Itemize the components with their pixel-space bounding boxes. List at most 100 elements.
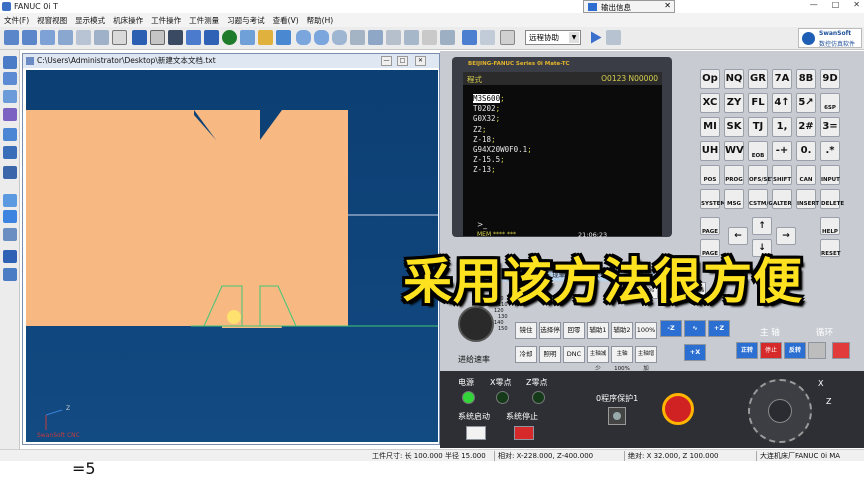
workpiece-setup-icon[interactable] [3, 128, 17, 141]
btn-coolant[interactable]: 冷却 [515, 346, 537, 363]
cycle-stop-button[interactable] [832, 342, 850, 359]
key-1-0[interactable]: XC [700, 93, 720, 113]
system-stop-button[interactable] [514, 426, 534, 440]
btn-dnc[interactable]: DNC [563, 346, 585, 363]
view-front-icon[interactable] [132, 30, 147, 45]
zoom-fit-icon[interactable] [40, 30, 55, 45]
btn-spindle-inc[interactable]: 主轴增加 [635, 346, 657, 372]
key-5-5[interactable]: DELETE [820, 189, 844, 209]
key-2-0[interactable]: MI [700, 117, 720, 137]
close-icon[interactable]: ✕ [853, 0, 860, 9]
zoom-in-icon[interactable] [4, 30, 19, 45]
menu-machine-ops[interactable]: 机床操作 [113, 15, 143, 26]
dropdown-arrow-icon[interactable] [480, 30, 495, 45]
key-5-4[interactable]: INSERT [796, 189, 819, 209]
menu-file[interactable]: 文件(F) [4, 15, 29, 26]
key-0-4[interactable]: 8B [796, 69, 816, 89]
key-1-3[interactable]: 4↑ [772, 93, 792, 113]
arrow-right-icon[interactable]: → [776, 227, 796, 245]
key-3-2[interactable]: EOB [748, 141, 768, 161]
key-4-3[interactable]: SHIFT [772, 165, 792, 185]
layers-icon[interactable] [3, 228, 17, 241]
menu-help[interactable]: 帮助(H) [307, 15, 334, 26]
page-key-0[interactable]: PAGE [700, 217, 720, 235]
btn-light[interactable]: 照明 [539, 346, 561, 363]
spindle-ccw-button[interactable]: 反转 [784, 342, 806, 359]
view-top-icon[interactable] [168, 30, 183, 45]
program-protect-switch[interactable] [608, 407, 626, 425]
btn-home[interactable]: 回零 [563, 322, 585, 339]
key-0-2[interactable]: GR [748, 69, 768, 89]
btn-spindle-dec[interactable]: 主轴减少 [587, 346, 609, 372]
menu-exercises[interactable]: 习题与考试 [227, 15, 265, 26]
cycle-start-button[interactable] [808, 342, 826, 359]
maximize-icon[interactable]: □ [397, 56, 408, 66]
key-4-1[interactable]: PROG [724, 165, 744, 185]
output-info-window[interactable]: 输出信息 ✕ [583, 0, 675, 13]
jog-plus-x[interactable]: +X [684, 344, 706, 361]
measure-tool-icon[interactable] [3, 194, 17, 207]
chevron-down-icon[interactable]: ▼ [569, 32, 579, 43]
key-1-5[interactable]: 6SP [820, 93, 840, 113]
cloud2-icon[interactable] [314, 30, 329, 45]
btn-rapid-100[interactable]: 100% [635, 322, 657, 339]
view-iso-icon[interactable] [186, 30, 201, 45]
spindle-stop-button[interactable]: 停止 [760, 342, 782, 359]
key-1-4[interactable]: 5↗ [796, 93, 816, 113]
menu-view-window[interactable]: 视窗视图 [37, 15, 67, 26]
key-0-0[interactable]: Op [700, 69, 720, 89]
minimize-icon[interactable]: — [381, 56, 392, 66]
record-icon[interactable] [606, 30, 621, 45]
key-2-2[interactable]: TJ [748, 117, 768, 137]
key-5-1[interactable]: MSG [724, 189, 744, 209]
arrow-left-icon[interactable]: ← [728, 227, 748, 245]
measure-icon[interactable] [350, 30, 365, 45]
key-1-2[interactable]: FL [748, 93, 768, 113]
pan-icon[interactable] [76, 30, 91, 45]
tool-path-icon[interactable] [276, 30, 291, 45]
system-start-button[interactable] [466, 426, 486, 440]
menu-workpiece-measure[interactable]: 工件测量 [189, 15, 219, 26]
key-0-3[interactable]: 7A [772, 69, 792, 89]
fixture-icon[interactable] [440, 30, 455, 45]
key-0-1[interactable]: NQ [724, 69, 744, 89]
btn-optional-stop[interactable]: 选择停 [539, 322, 561, 339]
zoom-out-icon[interactable] [22, 30, 37, 45]
cloud1-icon[interactable] [296, 30, 311, 45]
cloud3-icon[interactable] [332, 30, 347, 45]
tool-icon[interactable] [3, 146, 17, 159]
mode-combo[interactable]: 远程协助 ▼ [525, 30, 581, 45]
globe-icon[interactable] [3, 210, 17, 223]
key-3-5[interactable]: .* [820, 141, 840, 161]
mesh-icon[interactable] [3, 250, 17, 263]
export-icon[interactable] [3, 108, 17, 121]
workpiece-icon[interactable] [386, 30, 401, 45]
key-4-2[interactable]: OFS/SET [748, 165, 775, 185]
btn-spindle-100[interactable]: 主轴100% [611, 346, 633, 372]
remote-icon[interactable] [462, 30, 477, 45]
view-side-icon[interactable] [150, 30, 165, 45]
key-2-5[interactable]: 3= [820, 117, 840, 137]
3d-viewport[interactable]: Z [26, 70, 438, 442]
btn-aux2[interactable]: 辅助2 [611, 322, 633, 339]
key-4-4[interactable]: CAN [796, 165, 816, 185]
menu-workpiece-ops[interactable]: 工件操作 [151, 15, 181, 26]
key-4-0[interactable]: POS [700, 165, 720, 185]
jog-minus-z[interactable]: -Z [660, 320, 682, 337]
key-5-0[interactable]: SYSTEM [700, 189, 726, 209]
key-3-3[interactable]: -+ [772, 141, 792, 161]
btn-aux1[interactable]: 辅助1 [587, 322, 609, 339]
show-tool-icon[interactable] [240, 30, 255, 45]
key-0-5[interactable]: 9D [820, 69, 840, 89]
save-icon[interactable] [3, 72, 17, 85]
arrow-up-icon[interactable]: ↑ [752, 217, 772, 235]
maximize-icon[interactable]: □ [832, 0, 840, 9]
import-icon[interactable] [3, 90, 17, 103]
key-2-4[interactable]: 2# [796, 117, 816, 137]
menu-view[interactable]: 查看(V) [273, 15, 299, 26]
rotate-icon[interactable] [94, 30, 109, 45]
grid-icon[interactable] [500, 30, 515, 45]
btn-mirror[interactable]: 镜住 [515, 322, 537, 339]
key-3-0[interactable]: UH [700, 141, 720, 161]
key-1-1[interactable]: ZY [724, 93, 744, 113]
